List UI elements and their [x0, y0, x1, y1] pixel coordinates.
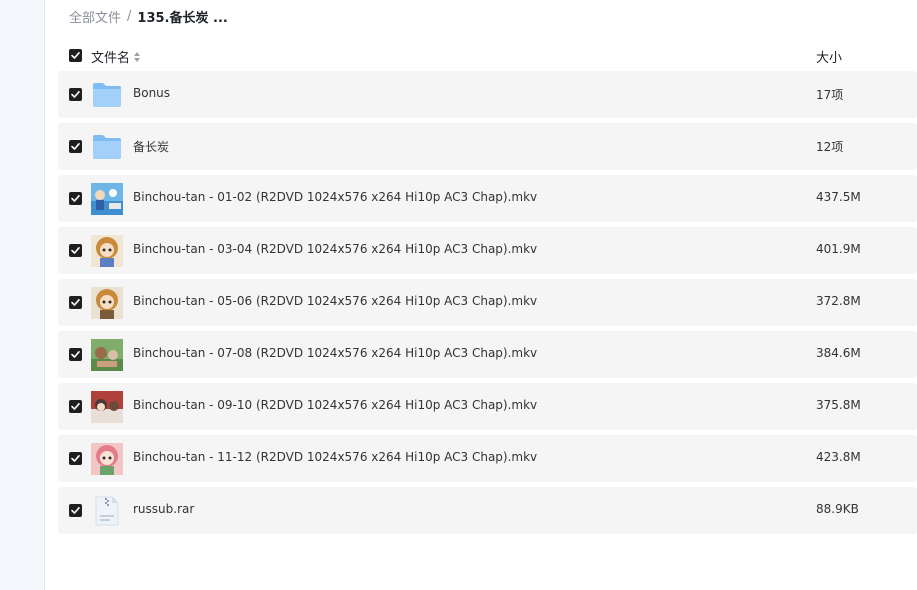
- file-size: 88.9KB: [816, 502, 859, 516]
- file-name[interactable]: Binchou-tan - 11-12 (R2DVD 1024x576 x264…: [133, 450, 537, 464]
- checkmark-icon: [71, 143, 80, 150]
- checkmark-icon: [71, 351, 80, 358]
- select-all-checkbox[interactable]: [69, 49, 82, 62]
- file-row[interactable]: Binchou-tan - 07-08 (R2DVD 1024x576 x264…: [58, 331, 917, 378]
- file-name[interactable]: russub.rar: [133, 502, 194, 516]
- file-name[interactable]: Bonus: [133, 86, 170, 100]
- video-thumbnail-icon: [91, 339, 123, 371]
- file-row[interactable]: Binchou-tan - 11-12 (R2DVD 1024x576 x264…: [58, 435, 917, 482]
- file-row[interactable]: Binchou-tan - 05-06 (R2DVD 1024x576 x264…: [58, 279, 917, 326]
- video-thumbnail-icon: [91, 183, 123, 215]
- file-row[interactable]: russub.rar 88.9KB: [58, 487, 917, 534]
- file-name[interactable]: Binchou-tan - 09-10 (R2DVD 1024x576 x264…: [133, 398, 537, 412]
- column-header-name[interactable]: 文件名: [91, 47, 141, 66]
- video-thumbnail-icon: [91, 443, 123, 475]
- file-size: 17项: [816, 88, 844, 102]
- row-checkbox[interactable]: [69, 452, 82, 465]
- file-size: 401.9M: [816, 242, 861, 256]
- archive-icon: [91, 495, 123, 527]
- file-row[interactable]: Binchou-tan - 03-04 (R2DVD 1024x576 x264…: [58, 227, 917, 274]
- file-size: 375.8M: [816, 398, 861, 412]
- row-checkbox[interactable]: [69, 400, 82, 413]
- row-checkbox[interactable]: [69, 244, 82, 257]
- checkmark-icon: [71, 195, 80, 202]
- row-checkbox[interactable]: [69, 140, 82, 153]
- file-size: 423.8M: [816, 450, 861, 464]
- file-row[interactable]: Bonus 17项: [58, 71, 917, 118]
- sidebar: [0, 0, 45, 590]
- folder-icon: [91, 79, 123, 111]
- checkmark-icon: [71, 247, 80, 254]
- row-checkbox[interactable]: [69, 504, 82, 517]
- file-size: 437.5M: [816, 190, 861, 204]
- breadcrumb-separator: /: [127, 8, 132, 24]
- checkmark-icon: [71, 91, 80, 98]
- file-name[interactable]: Binchou-tan - 03-04 (R2DVD 1024x576 x264…: [133, 242, 537, 256]
- checkmark-icon: [71, 507, 80, 514]
- video-thumbnail-icon: [91, 287, 123, 319]
- checkmark-icon: [71, 403, 80, 410]
- file-name[interactable]: Binchou-tan - 01-02 (R2DVD 1024x576 x264…: [133, 190, 537, 204]
- file-name[interactable]: Binchou-tan - 07-08 (R2DVD 1024x576 x264…: [133, 346, 537, 360]
- row-checkbox[interactable]: [69, 192, 82, 205]
- file-size: 384.6M: [816, 346, 861, 360]
- file-size: 372.8M: [816, 294, 861, 308]
- checkmark-icon: [71, 455, 80, 462]
- file-row[interactable]: Binchou-tan - 01-02 (R2DVD 1024x576 x264…: [58, 175, 917, 222]
- file-name[interactable]: Binchou-tan - 05-06 (R2DVD 1024x576 x264…: [133, 294, 537, 308]
- file-row[interactable]: Binchou-tan - 09-10 (R2DVD 1024x576 x264…: [58, 383, 917, 430]
- breadcrumb-current-folder: 135.备长炭 ...: [137, 10, 228, 26]
- row-checkbox[interactable]: [69, 88, 82, 101]
- column-header-size[interactable]: 大小: [816, 47, 842, 66]
- video-thumbnail-icon: [91, 235, 123, 267]
- row-checkbox[interactable]: [69, 348, 82, 361]
- video-thumbnail-icon: [91, 391, 123, 423]
- file-name[interactable]: 备长炭: [133, 138, 169, 155]
- file-size: 12项: [816, 140, 844, 154]
- file-row[interactable]: 备长炭 12项: [58, 123, 917, 170]
- breadcrumb-root-link[interactable]: 全部文件: [69, 7, 121, 26]
- checkmark-icon: [71, 52, 80, 59]
- file-list: Bonus 17项 备长炭 12项 Binchou-tan - 01-02 (R…: [58, 71, 917, 539]
- row-checkbox[interactable]: [69, 296, 82, 309]
- file-list-panel: 全部文件 / 135.备长炭 ... 文件名 大小 Bonus 17项 备长炭 …: [45, 0, 917, 590]
- checkmark-icon: [71, 299, 80, 306]
- column-header-name-label: 文件名: [91, 51, 131, 66]
- sort-icon[interactable]: [134, 51, 141, 62]
- folder-icon: [91, 131, 123, 163]
- breadcrumb: 全部文件 / 135.备长炭 ...: [69, 6, 228, 26]
- list-header: 文件名 大小: [58, 42, 917, 68]
